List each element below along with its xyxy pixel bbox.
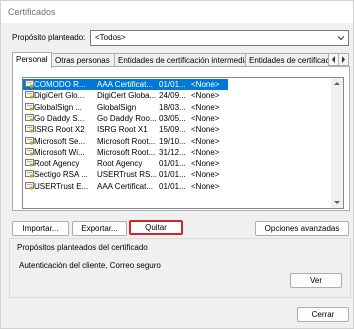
expiration-cell: 18/03...: [159, 102, 186, 112]
issued-by-cell: Microsoft Root...: [97, 136, 156, 146]
tab-scroll-right-button[interactable]: [338, 53, 349, 66]
expiration-cell: 01/01...: [159, 80, 186, 89]
friendly-name-cell: <None>: [191, 80, 220, 89]
import-button[interactable]: Importar...: [12, 221, 69, 236]
certificates-dialog: Certificados Propósito planteado: <Todos…: [0, 0, 354, 329]
certificate-row[interactable]: Microsoft Wi... Microsoft Root... 31/12...…: [23, 147, 228, 158]
certificate-purposes-group: Propósitos planteados del certificado Au…: [9, 238, 351, 298]
tab-label: Entidades de certificac: [249, 56, 329, 65]
issued-by-cell: Go Daddy Roo...: [97, 113, 157, 123]
tab-label: Otras personas: [55, 56, 110, 65]
friendly-name-cell: <None>: [191, 170, 220, 180]
certificate-icon: [25, 113, 34, 122]
issued-by-cell: ISRG Root X1: [97, 125, 148, 135]
vertical-scrollbar[interactable]: [331, 78, 343, 208]
issued-to-cell: Go Daddy S...: [34, 113, 85, 123]
expiration-cell: 24/09...: [159, 91, 186, 101]
advanced-options-button[interactable]: Opciones avanzadas: [255, 221, 349, 236]
issued-by-cell: DigiCert Globa...: [97, 91, 157, 101]
certificate-row[interactable]: GlobalSign ... GlobalSign 18/03... <None>: [23, 102, 228, 113]
scroll-down-icon: [334, 201, 340, 204]
purpose-label: Propósito planteado:: [12, 33, 86, 42]
issued-to-cell: Microsoft Wi...: [34, 147, 85, 157]
expiration-cell: 03/05...: [159, 113, 186, 123]
group-title: Propósitos planteados del certificado: [17, 243, 148, 252]
expiration-cell: 31/12...: [159, 147, 186, 157]
issued-by-cell: Microsoft Root...: [97, 147, 156, 157]
friendly-name-cell: <None>: [191, 125, 220, 135]
view-button[interactable]: Ver: [290, 273, 342, 288]
purposes-value: Autenticación del cliente, Correo seguro: [19, 261, 161, 270]
tab-personal[interactable]: Personal: [12, 52, 52, 68]
certificate-icon: [25, 147, 34, 156]
expiration-cell: 19/10...: [159, 136, 186, 146]
certificate-row[interactable]: COMODO R... AAA Certificat... 01/01... <Non…: [23, 79, 228, 90]
friendly-name-cell: <None>: [191, 113, 220, 123]
tab-label: Personal: [16, 55, 48, 64]
expiration-cell: 01/01...: [159, 159, 186, 169]
certificate-row[interactable]: DigiCert Glo... DigiCert Globa... 24/09...…: [23, 90, 228, 101]
title-bar: Certificados: [1, 1, 353, 23]
tab-intermediate-cas[interactable]: Entidades de certificación intermedias: [114, 53, 246, 67]
certificate-row[interactable]: ISRG Root X2 ISRG Root X1 15/09... <None>: [23, 124, 228, 135]
chevron-left-icon: [332, 56, 335, 63]
issued-by-cell: USERTrust RS...: [97, 170, 158, 180]
certificate-icon: [25, 181, 34, 190]
tab-panel-personal: COMODO R... AAA Certificat... 01/01... <Non…: [12, 66, 350, 211]
scroll-up-icon: [334, 82, 340, 85]
tab-label: Entidades de certificación intermedias: [118, 56, 246, 65]
chevron-down-icon: [334, 31, 348, 45]
issued-by-cell: AAA Certificat...: [97, 181, 154, 191]
purpose-value: <Todos>: [95, 33, 126, 42]
tab-other-people[interactable]: Otras personas: [51, 53, 115, 67]
issued-to-cell: Sectigo RSA ...: [34, 170, 88, 180]
certificate-icon: [25, 125, 34, 133]
issued-to-cell: GlobalSign ...: [34, 102, 83, 112]
certificate-icon: [25, 170, 34, 178]
friendly-name-cell: <None>: [191, 159, 220, 169]
certificate-icon: [25, 80, 34, 88]
issued-by-cell: GlobalSign: [97, 102, 137, 112]
issued-to-cell: ISRG Root X2: [34, 125, 85, 135]
window-title: Certificados: [8, 7, 56, 17]
issued-to-cell: DigiCert Glo...: [34, 91, 85, 101]
friendly-name-cell: <None>: [191, 102, 220, 112]
issued-to-cell: USERTrust E...: [34, 181, 89, 191]
certificate-row[interactable]: Sectigo RSA ... USERTrust RS... 01/01... <N…: [23, 169, 228, 180]
expiration-cell: 01/01...: [159, 181, 186, 191]
tab-strip: Personal Otras personas Entidades de cer…: [12, 52, 349, 68]
certificate-icon: [25, 102, 34, 111]
close-button[interactable]: Cerrar: [297, 307, 349, 322]
friendly-name-cell: <None>: [191, 91, 220, 101]
friendly-name-cell: <None>: [191, 136, 220, 146]
tab-root-cas[interactable]: Entidades de certificac: [245, 53, 329, 67]
certificate-list[interactable]: COMODO R... AAA Certificat... 01/01... <Non…: [22, 77, 344, 209]
issued-by-cell: Root Agency: [97, 159, 143, 169]
export-button[interactable]: Exportar...: [72, 221, 127, 236]
purpose-select[interactable]: <Todos>: [90, 30, 349, 46]
certificate-row[interactable]: Go Daddy S... Go Daddy Roo... 03/05... <Non…: [23, 113, 228, 124]
friendly-name-cell: <None>: [191, 181, 220, 191]
certificate-icon: [25, 136, 34, 145]
friendly-name-cell: <None>: [191, 147, 220, 157]
issued-to-cell: Microsoft Se...: [34, 136, 86, 146]
certificate-row[interactable]: Microsoft Se... Microsoft Root... 19/10...…: [23, 136, 228, 147]
issued-by-cell: AAA Certificat...: [97, 80, 154, 89]
certificate-icon: [25, 91, 34, 99]
issued-to-cell: COMODO R...: [34, 80, 86, 89]
certificate-icon: [25, 159, 34, 167]
expiration-cell: 15/09...: [159, 125, 186, 135]
expiration-cell: 01/01...: [159, 170, 186, 180]
issued-to-cell: Root Agency: [34, 159, 80, 169]
remove-button[interactable]: Quitar: [129, 220, 183, 235]
certificate-row[interactable]: Root Agency Root Agency 01/01... <None>: [23, 158, 228, 169]
chevron-right-icon: [342, 56, 345, 63]
certificate-row[interactable]: USERTrust E... AAA Certificat... 01/01... <…: [23, 181, 228, 192]
